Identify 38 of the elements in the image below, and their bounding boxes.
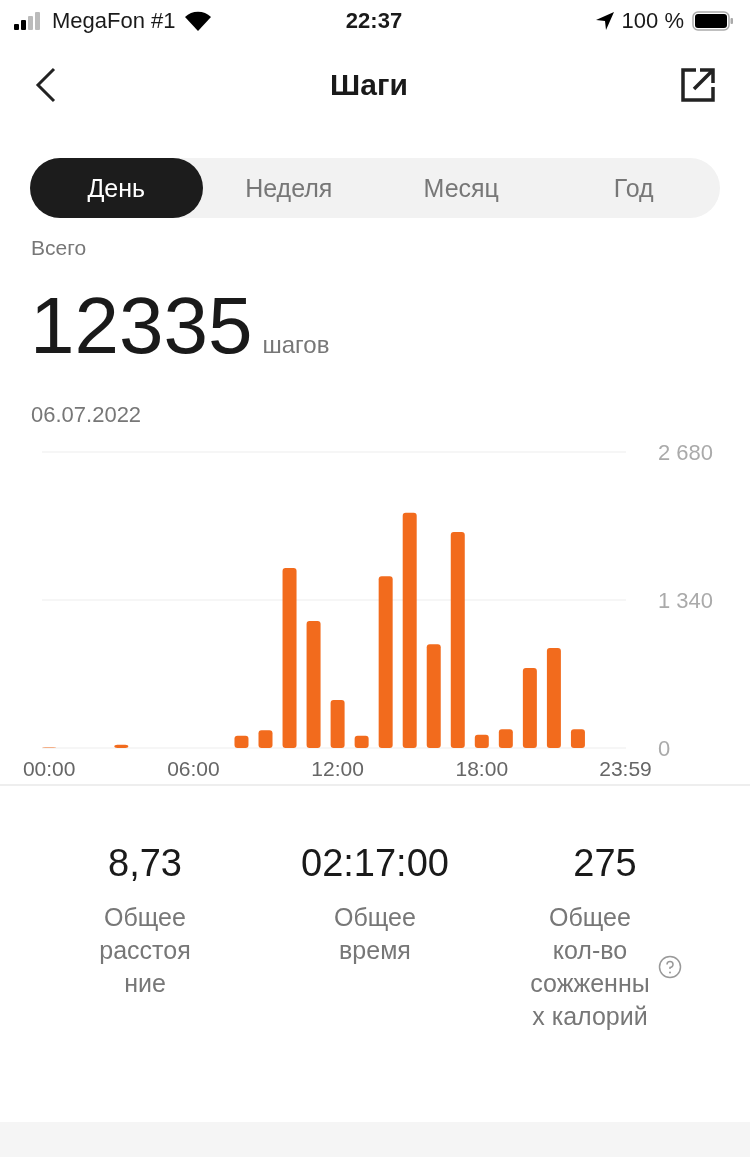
y-tick-label: 1 340 (658, 588, 714, 613)
help-icon[interactable] (658, 955, 682, 979)
period-tab[interactable]: День (30, 158, 203, 218)
step-count: 12335 (30, 280, 253, 372)
x-tick-label: 18:00 (455, 757, 509, 780)
battery-icon (692, 11, 734, 31)
bar (258, 730, 273, 748)
x-tick-label: 06:00 (167, 757, 220, 780)
period-tab[interactable]: Неделя (202, 158, 375, 218)
stat-value: 8,73 (108, 842, 182, 885)
bar (354, 735, 369, 748)
step-unit: шагов (262, 331, 330, 359)
x-tick-label: 23:59 (599, 757, 652, 780)
stat-label: Общее время (333, 902, 417, 966)
bar (570, 729, 585, 748)
bar (234, 735, 249, 748)
bar (474, 734, 489, 748)
y-tick-label: 0 (658, 736, 671, 761)
bar (330, 699, 345, 748)
period-tab[interactable]: Месяц (375, 158, 548, 218)
x-tick-label: 12:00 (311, 757, 364, 780)
wifi-icon (183, 11, 212, 31)
carrier-name: MegaFon #1 (52, 8, 176, 34)
page-title: Шаги (330, 68, 408, 102)
bar (498, 729, 513, 748)
bar (114, 744, 129, 748)
date-label: 06.07.2022 (31, 402, 143, 428)
y-tick-label: 2 680 (658, 444, 714, 465)
stat-label: Общее кол-во сожженны х калорий (529, 902, 651, 1032)
stat-value: 02:17:00 (301, 842, 449, 885)
x-tick-label: 00:00 (22, 757, 76, 780)
period-tab[interactable]: Год (547, 158, 720, 218)
battery-percent: 100 % (621, 8, 684, 34)
stat-label: Общее расстоя ние (98, 902, 192, 999)
stat-value: 275 (573, 842, 637, 885)
clock: 22:37 (345, 8, 403, 34)
location-arrow-icon (595, 12, 614, 30)
total-label: Всего (31, 236, 88, 260)
